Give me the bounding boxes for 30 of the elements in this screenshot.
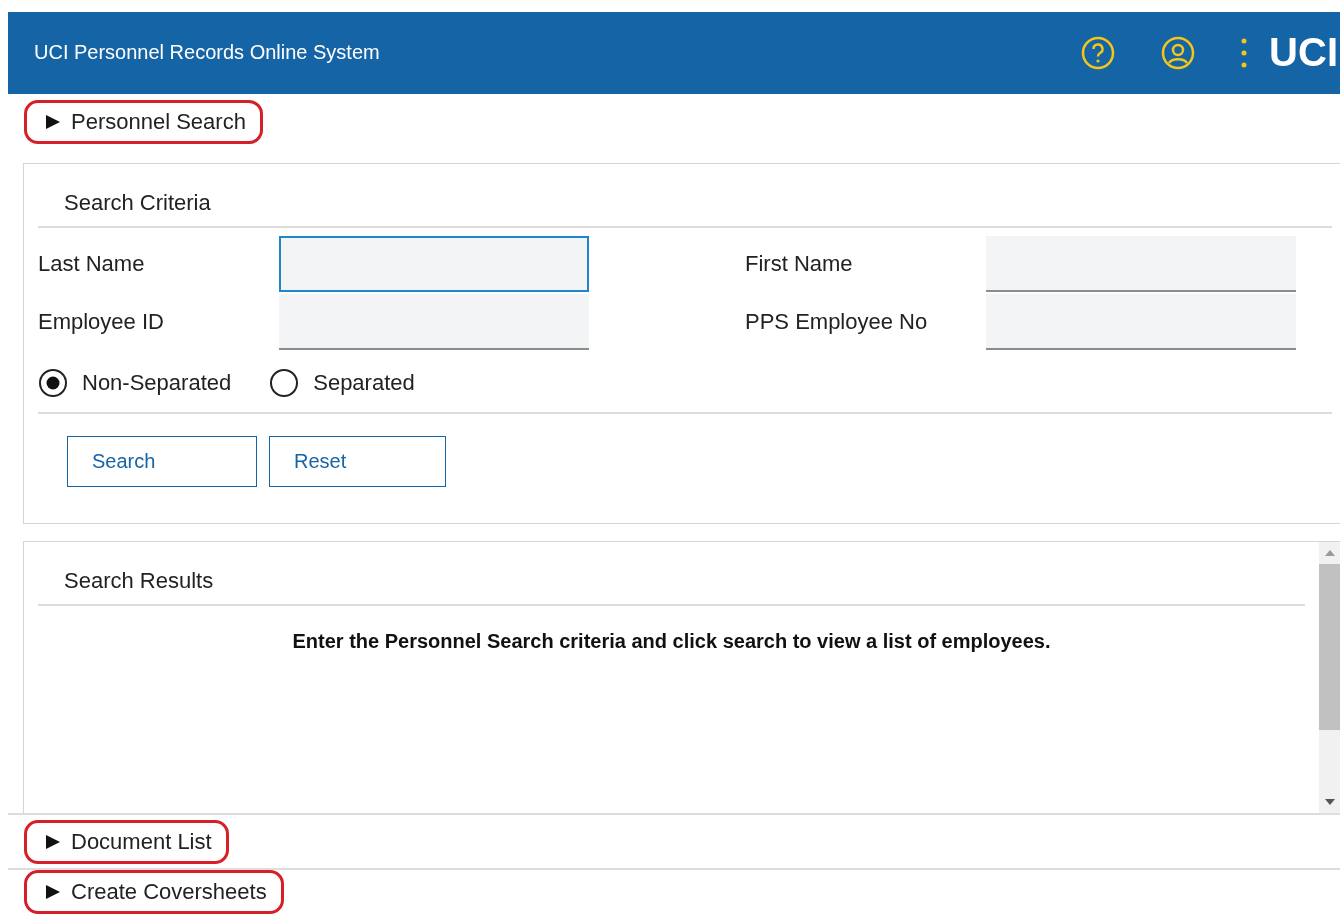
scrollbar[interactable] [1319, 542, 1340, 814]
section-toggle[interactable]: Personnel Search [24, 100, 263, 145]
field-label: Last Name [38, 250, 146, 277]
triangle-icon [45, 884, 61, 900]
field-label: PPS Employee No [745, 308, 929, 335]
radio-option[interactable]: Separated [269, 367, 415, 398]
scrollbar-thumb[interactable] [1319, 564, 1340, 731]
text-field[interactable] [986, 293, 1296, 350]
triangle-icon [45, 833, 61, 850]
action-button[interactable]: Search [67, 435, 257, 487]
field-label: Employee ID [38, 308, 165, 335]
triangle-icon [45, 114, 61, 131]
action-button[interactable]: Reset [269, 435, 446, 487]
field-label: First Name [745, 250, 854, 277]
text-field[interactable] [279, 235, 589, 292]
help-icon[interactable] [1081, 35, 1116, 70]
panel-title: Search Criteria [38, 163, 1332, 228]
scroll-up-icon[interactable] [1324, 550, 1335, 557]
user-icon[interactable] [1161, 35, 1196, 70]
text-field[interactable] [986, 235, 1296, 292]
text-field[interactable] [279, 293, 589, 350]
panel-title: Search Results [38, 542, 1305, 607]
more-menu-icon[interactable] [1241, 37, 1248, 68]
uci-logo: UCI [1269, 30, 1338, 76]
radio-option[interactable]: Non-Separated [38, 367, 232, 398]
empty-message: Enter the Personnel Search criteria and click search to view a list of employees. [291, 630, 1052, 654]
section-toggle[interactable]: Document List [24, 819, 229, 864]
scroll-down-icon[interactable] [1324, 799, 1335, 806]
app-title: UCI Personnel Records Online System [34, 41, 381, 65]
section-toggle[interactable]: Create Coversheets [24, 870, 284, 914]
